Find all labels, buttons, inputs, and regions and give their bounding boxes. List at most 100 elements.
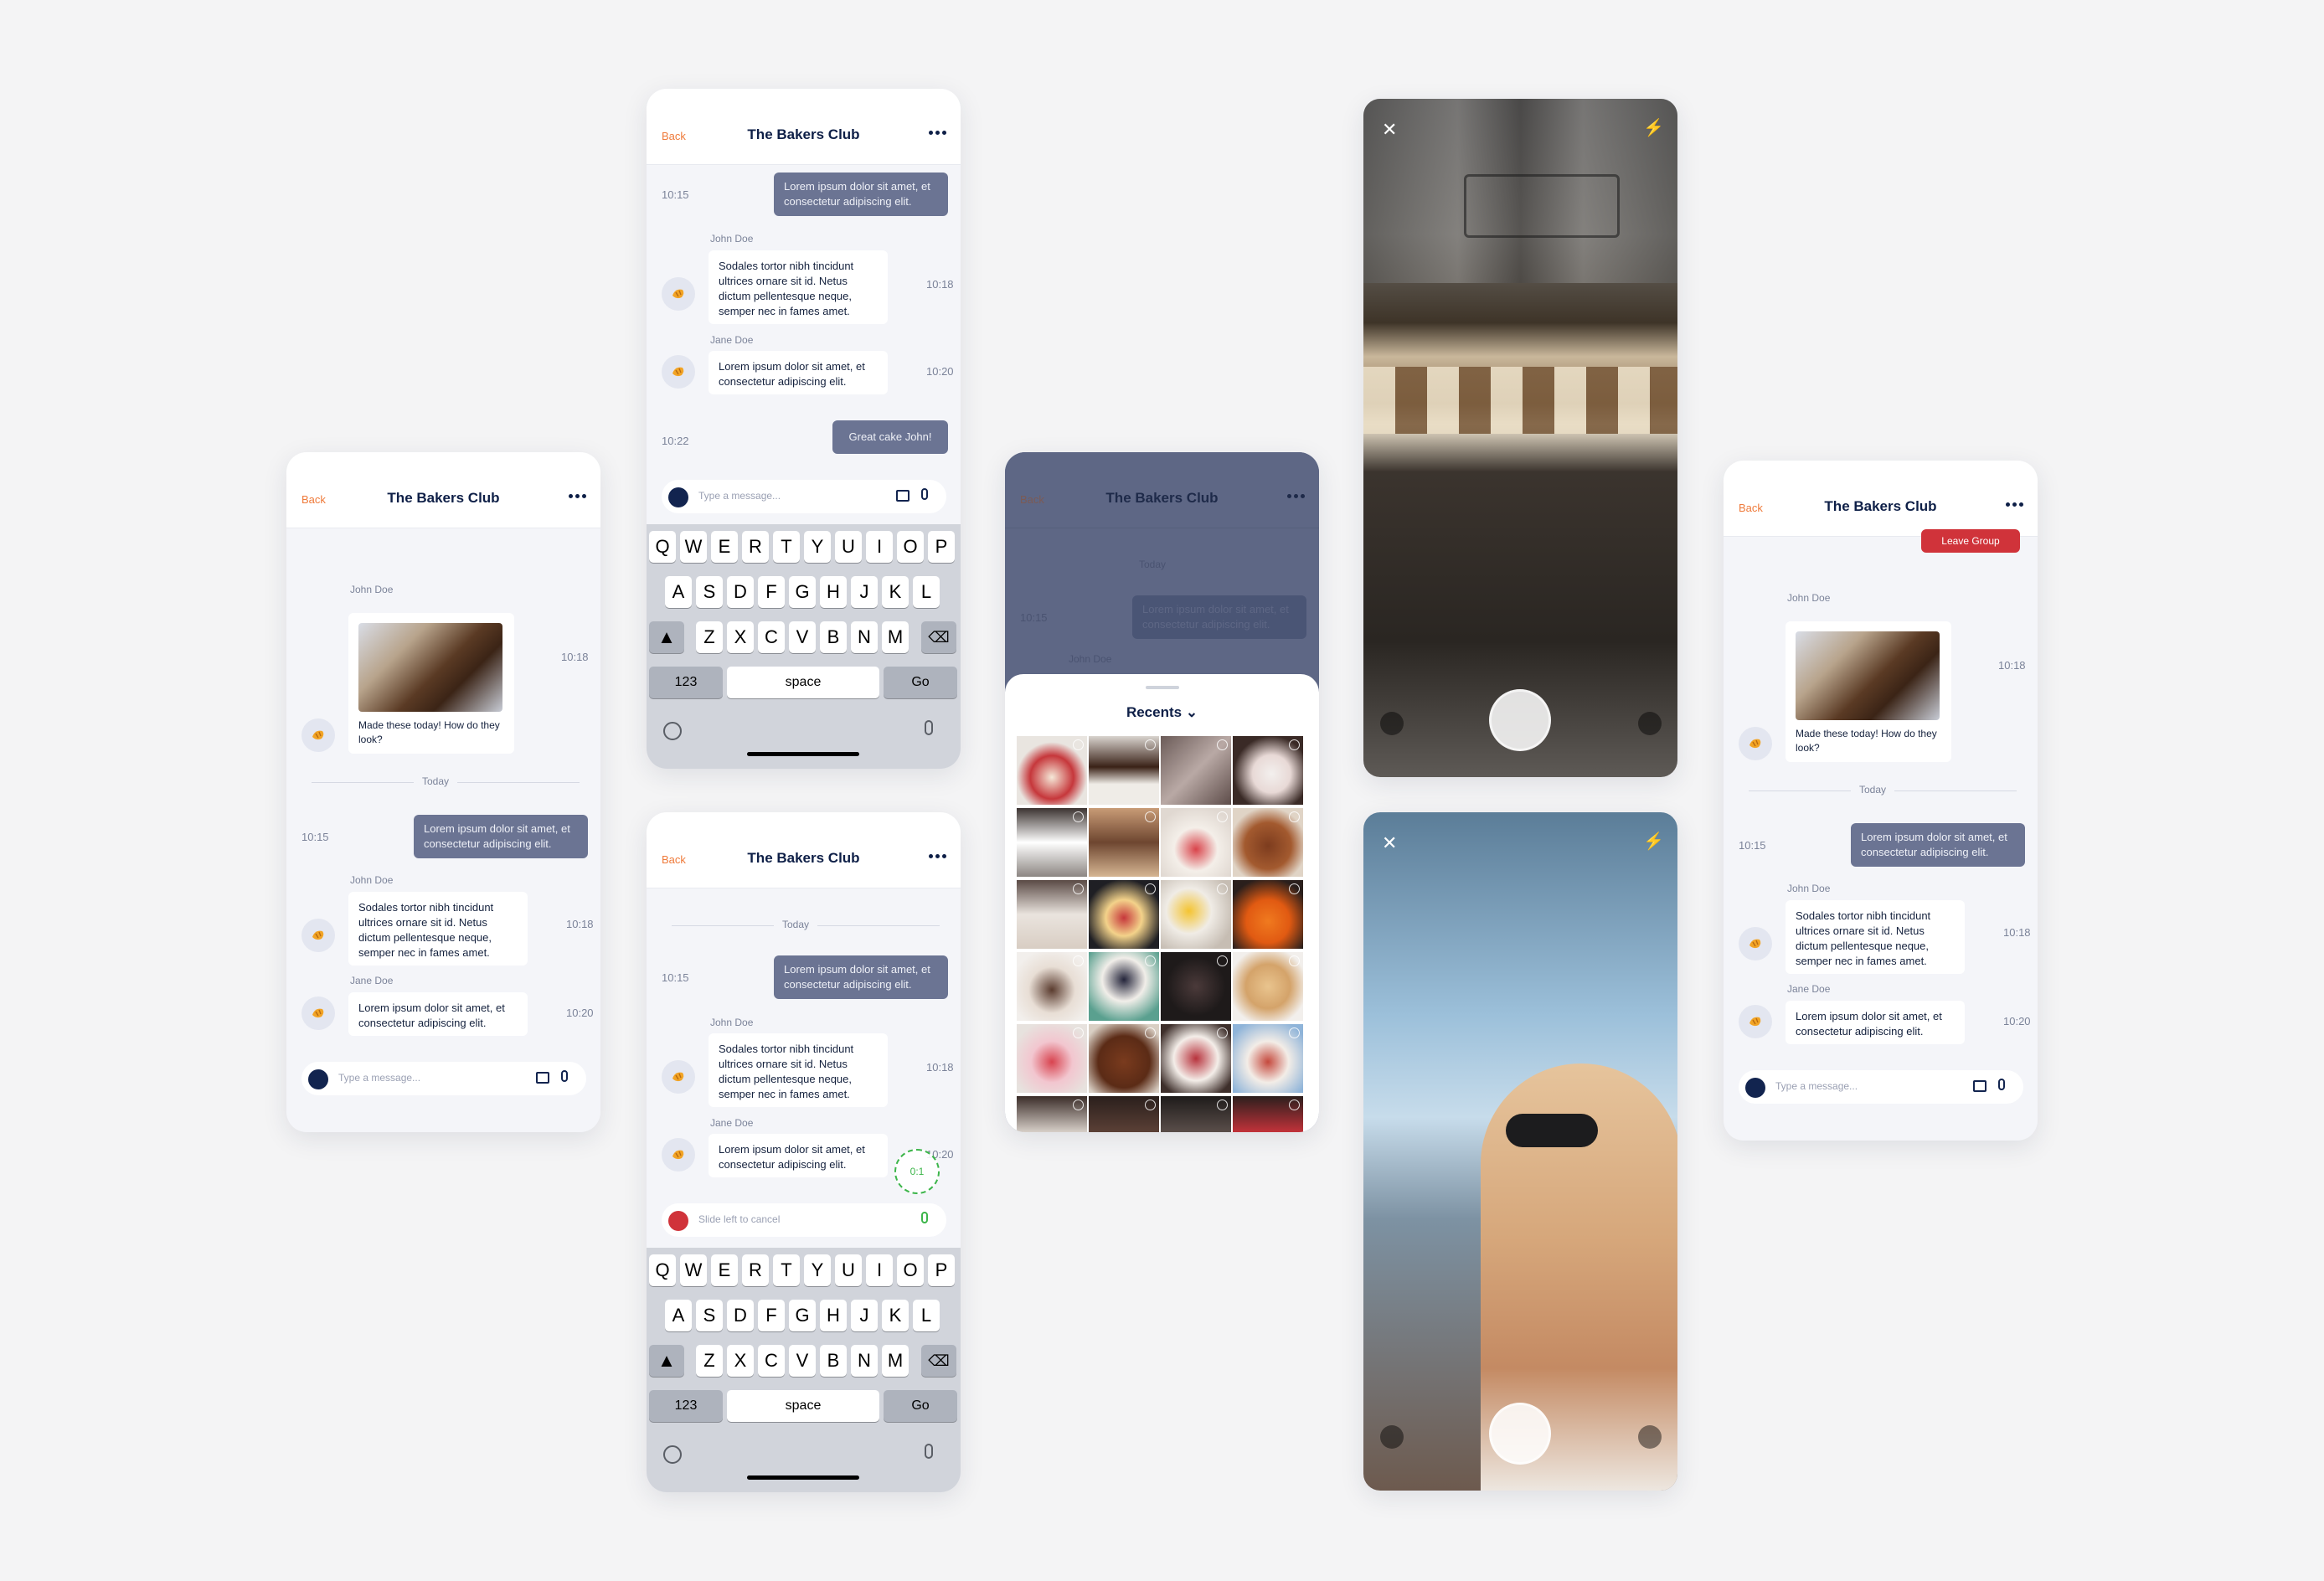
message-composer[interactable]: Type a message... [662,480,946,513]
outgoing-message[interactable]: Lorem ipsum dolor sit amet, et consectet… [414,815,588,858]
key[interactable]: I [866,531,893,563]
key[interactable]: K [882,1300,909,1331]
flash-auto-icon[interactable]: ⚡ [1643,831,1664,852]
key[interactable]: A [665,1300,692,1331]
select-circle[interactable] [1217,739,1228,750]
photo-thumbnail[interactable] [1089,1096,1159,1132]
key[interactable]: Z [696,621,723,653]
select-circle[interactable] [1289,1027,1300,1038]
gallery-icon[interactable] [896,490,910,502]
photo-thumbnail[interactable] [1089,736,1159,805]
key[interactable]: V [789,1345,816,1377]
photo-thumbnail[interactable] [1161,808,1231,877]
key[interactable]: G [789,1300,816,1331]
select-circle[interactable] [1289,1099,1300,1110]
key[interactable]: M [882,1345,909,1377]
key[interactable]: G [789,576,816,608]
photo-thumbnail[interactable] [1089,1024,1159,1093]
incoming-message[interactable]: Lorem ipsum dolor sit amet, et consectet… [1786,1001,1965,1044]
key[interactable]: N [851,621,878,653]
outgoing-message[interactable]: Lorem ipsum dolor sit amet, et consectet… [774,173,948,216]
key[interactable]: R [742,1254,769,1286]
shutter-button[interactable] [1489,689,1551,751]
key[interactable]: H [820,1300,847,1331]
sheet-grabber[interactable] [1146,686,1179,689]
key[interactable]: H [820,576,847,608]
avatar[interactable] [1739,727,1772,760]
numbers-key[interactable]: 123 [649,1390,723,1422]
key[interactable]: C [758,621,785,653]
backspace-key-icon[interactable]: ⌫ [921,1345,956,1377]
shift-key-icon[interactable]: ▲ [649,621,684,653]
go-key[interactable]: Go [884,1390,957,1422]
key[interactable]: R [742,531,769,563]
key[interactable]: T [773,1254,800,1286]
message-input[interactable]: Type a message... [338,1072,420,1084]
outgoing-message[interactable]: Lorem ipsum dolor sit amet, et consectet… [1851,823,2025,867]
message-composer[interactable]: Type a message... [1739,1070,2023,1104]
leave-group-button[interactable]: Leave Group [1921,529,2020,553]
key[interactable]: J [851,576,878,608]
key[interactable]: Z [696,1345,723,1377]
avatar[interactable] [662,1060,695,1094]
flash-auto-icon[interactable]: ⚡ [1643,117,1664,138]
key[interactable]: W [680,1254,707,1286]
gallery-icon[interactable] [1973,1080,1986,1092]
select-circle[interactable] [1217,1099,1228,1110]
key[interactable]: S [696,576,723,608]
avatar[interactable] [301,919,335,952]
key[interactable]: N [851,1345,878,1377]
close-icon[interactable]: ✕ [1382,832,1397,854]
photo-message[interactable]: Made these today! How do they look? [348,613,514,754]
photo-thumbnail[interactable] [1089,952,1159,1021]
space-key[interactable]: space [727,667,879,698]
photo-thumbnail[interactable] [1233,952,1303,1021]
avatar[interactable] [1739,1005,1772,1038]
key[interactable]: O [897,1254,924,1286]
key[interactable]: Q [649,1254,676,1286]
close-icon[interactable]: ✕ [1382,119,1397,141]
photo-thumbnail[interactable] [1161,1024,1231,1093]
key[interactable]: W [680,531,707,563]
outgoing-message[interactable]: Lorem ipsum dolor sit amet, et consectet… [774,955,948,999]
photo-thumbnail[interactable] [1017,1096,1087,1132]
backspace-key-icon[interactable]: ⌫ [921,621,956,653]
photo-thumbnail[interactable] [1089,880,1159,949]
microphone-icon[interactable] [561,1070,568,1082]
key[interactable]: D [727,576,754,608]
photo-thumbnail[interactable] [1017,952,1087,1021]
select-circle[interactable] [1217,811,1228,822]
trash-icon[interactable] [668,1211,688,1231]
photo-message[interactable]: Made these today! How do they look? [1786,621,1951,762]
microphone-icon[interactable] [921,1212,928,1223]
key[interactable]: B [820,621,847,653]
photo-thumbnail[interactable] [1017,736,1087,805]
photo-thumbnail[interactable] [1161,736,1231,805]
gallery-icon[interactable] [1380,712,1404,735]
photo-thumbnail[interactable] [1233,736,1303,805]
key[interactable]: Y [804,1254,831,1286]
camera-icon[interactable] [668,487,688,507]
incoming-message[interactable]: Sodales tortor nibh tincidunt ultrices o… [348,892,528,966]
gallery-icon[interactable] [536,1072,549,1084]
select-circle[interactable] [1217,1027,1228,1038]
select-circle[interactable] [1073,1027,1084,1038]
key[interactable]: P [928,531,955,563]
key[interactable]: P [928,1254,955,1286]
key[interactable]: O [897,531,924,563]
select-circle[interactable] [1145,1099,1156,1110]
select-circle[interactable] [1217,883,1228,894]
message-composer[interactable]: Type a message... [301,1062,586,1095]
select-circle[interactable] [1289,811,1300,822]
shutter-button[interactable] [1489,1403,1551,1465]
select-circle[interactable] [1073,811,1084,822]
emoji-icon[interactable] [663,1445,682,1464]
key[interactable]: F [758,1300,785,1331]
photo-thumbnail[interactable] [1161,1096,1231,1132]
key[interactable]: V [789,621,816,653]
key[interactable]: K [882,576,909,608]
more-options-icon[interactable] [567,487,589,504]
key[interactable]: T [773,531,800,563]
photo-thumbnail[interactable] [1233,1096,1303,1132]
space-key[interactable]: space [727,1390,879,1422]
